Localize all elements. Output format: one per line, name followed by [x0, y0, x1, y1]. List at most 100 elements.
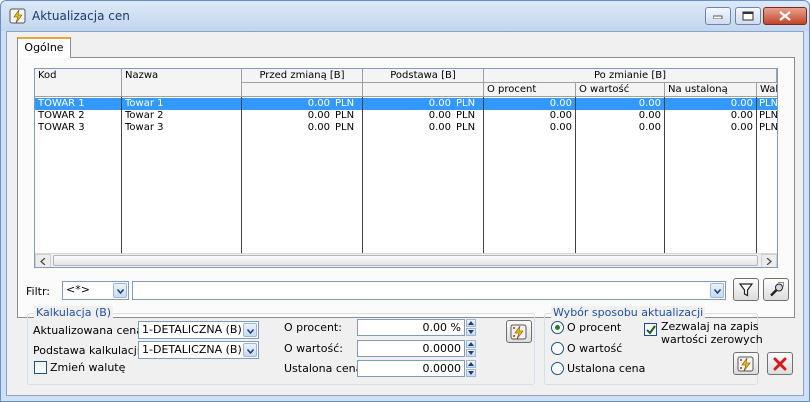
cell-o-wartosc: 0.00: [638, 98, 661, 109]
radio-o-procent[interactable]: [551, 321, 564, 334]
cell-przed-cur: PLN: [335, 98, 355, 109]
cell-nazwa: Towar 2: [125, 110, 164, 121]
spin-up-button[interactable]: [466, 319, 476, 327]
podstawa-kalkulacji-dropdown-button[interactable]: [243, 343, 257, 357]
ustalona-cena-input[interactable]: 0.0000: [357, 360, 465, 377]
cell-przed: 0.00: [307, 98, 330, 109]
header-o-procent[interactable]: O procent: [484, 83, 576, 97]
podstawa-kalkulacji-value: 1-DETALICZNA (B): [142, 343, 242, 356]
filter-history-dropdown-button[interactable]: [710, 283, 724, 298]
header-po-zmianie[interactable]: Po zmianie [B]: [484, 69, 777, 83]
spin-up-button[interactable]: [466, 360, 476, 368]
aktualizowana-cena-label: Aktualizowana cena:: [33, 324, 147, 337]
cell-podstawa: 0.00: [428, 122, 451, 133]
column-divider: [362, 97, 363, 253]
filter-text-input[interactable]: [132, 281, 726, 300]
lightning-run-icon: [510, 324, 527, 339]
column-divider: [664, 97, 665, 253]
cell-podstawa: 0.00: [428, 110, 451, 121]
cell-podstawa-cur: PLN: [456, 98, 476, 109]
arrow-down-icon: [468, 351, 474, 355]
cell-podstawa-cur: PLN: [456, 110, 476, 121]
o-procent-input[interactable]: 0.00 %: [357, 319, 465, 336]
filter-mode-dropdown-button[interactable]: [113, 283, 127, 298]
aktualizowana-cena-value: 1-DETALICZNA (B): [142, 323, 242, 336]
arrow-down-icon: [468, 330, 474, 334]
minimize-button[interactable]: [705, 7, 731, 25]
header-przed-zmiana[interactable]: Przed zmianą [B]: [242, 69, 363, 83]
items-grid[interactable]: Kod Nazwa Przed zmianą [B] Podstawa [B] …: [34, 68, 778, 268]
o-procent-spinner[interactable]: [466, 319, 476, 337]
o-wartosc-spinner[interactable]: [466, 340, 476, 358]
scroll-thumb[interactable]: [53, 255, 758, 266]
filter-label: Filtr:: [26, 285, 50, 298]
kalkulacja-group-title: Kalkulacja (B): [34, 306, 114, 319]
spin-down-button[interactable]: [466, 328, 476, 336]
cell-waluta: PLN: [759, 122, 777, 133]
radio-ustalona-cena[interactable]: [551, 362, 564, 375]
cell-o-wartosc: 0.00: [638, 110, 661, 121]
wybor-group-title: Wybór sposobu aktualizacji: [551, 306, 706, 319]
apply-filter-button[interactable]: [733, 278, 759, 301]
o-wartosc-input[interactable]: 0.0000: [357, 340, 465, 357]
close-icon: [779, 11, 791, 21]
tab-ogolne[interactable]: Ogólne: [17, 37, 71, 58]
aktualizowana-cena-dropdown-button[interactable]: [243, 323, 257, 337]
wrench-icon: [770, 282, 784, 296]
radio-ustalona-cena-label: Ustalona cena: [567, 362, 646, 375]
maximize-icon: [742, 11, 754, 21]
arrow-up-icon: [468, 362, 474, 366]
cell-na-ustalona: 0.00: [730, 98, 753, 109]
cell-przed-cur: PLN: [335, 110, 355, 121]
radio-o-wartosc[interactable]: [551, 342, 564, 355]
horizontal-scrollbar[interactable]: [35, 253, 777, 267]
table-row[interactable]: TOWAR 1 Towar 1 0.00 PLN 0.00 PLN 0.00 0.00 0.00…: [35, 98, 777, 110]
scroll-right-button[interactable]: [761, 254, 777, 267]
filter-builder-button[interactable]: [763, 278, 789, 301]
cell-kod: TOWAR 2: [38, 110, 85, 121]
spin-down-button[interactable]: [466, 349, 476, 357]
header-podstawa[interactable]: Podstawa [B]: [363, 69, 484, 83]
client-area: Ogólne Kod Nazwa Przed zmianą [B] Podsta…: [6, 31, 804, 396]
ustalona-cena-spinner[interactable]: [466, 360, 476, 378]
lightning-confirm-icon: [737, 356, 754, 371]
podstawa-kalkulacji-select[interactable]: 1-DETALICZNA (B): [138, 341, 259, 359]
checkmark-icon: [646, 325, 656, 335]
podstawa-kalkulacji-label: Podstawa kalkulacji:: [33, 344, 144, 357]
cell-nazwa: Towar 1: [125, 98, 164, 109]
arrow-right-icon: [766, 258, 772, 265]
radio-o-wartosc-label: O wartość: [567, 342, 623, 355]
confirm-update-button[interactable]: [733, 352, 759, 375]
arrow-up-icon: [468, 321, 474, 325]
scroll-left-button[interactable]: [35, 254, 51, 267]
filter-mode-select[interactable]: <*>: [62, 281, 129, 300]
spin-up-button[interactable]: [466, 340, 476, 348]
header-waluta[interactable]: Waluta: [757, 83, 777, 97]
spin-down-button[interactable]: [466, 369, 476, 377]
app-window: Aktualizacja cen Ogólne Kod Nazwa Przed …: [0, 0, 810, 402]
arrow-left-icon: [40, 258, 46, 265]
header-o-wartosc[interactable]: O wartość: [576, 83, 665, 97]
aktualizowana-cena-select[interactable]: 1-DETALICZNA (B): [138, 321, 259, 339]
header-podstawa-sub: [363, 83, 484, 97]
cell-przed: 0.00: [307, 110, 330, 121]
calculate-button[interactable]: [506, 320, 532, 343]
column-divider: [241, 97, 242, 253]
table-row[interactable]: TOWAR 3 Towar 3 0.00 PLN 0.00 PLN 0.00 0.00 0.00…: [35, 122, 777, 134]
close-window-button[interactable]: [763, 7, 807, 25]
cell-na-ustalona: 0.00: [730, 110, 753, 121]
maximize-button[interactable]: [735, 7, 761, 25]
column-divider: [756, 97, 757, 253]
minimize-icon: [713, 15, 723, 19]
cell-o-procent: 0.00: [549, 110, 572, 121]
header-nazwa[interactable]: Nazwa: [122, 69, 242, 97]
zezwalaj-zerowe-checkbox[interactable]: [644, 323, 657, 336]
header-na-ustalona[interactable]: Na ustaloną: [665, 83, 757, 97]
header-kod[interactable]: Kod: [35, 69, 122, 97]
zmien-walute-checkbox[interactable]: [34, 361, 47, 374]
ustalona-cena-label: Ustalona cena: [284, 362, 363, 375]
cancel-button[interactable]: [767, 352, 793, 375]
cell-podstawa: 0.00: [428, 98, 451, 109]
table-row[interactable]: TOWAR 2 Towar 2 0.00 PLN 0.00 PLN 0.00 0.00 0.00…: [35, 110, 777, 122]
title-bar[interactable]: Aktualizacja cen: [1, 1, 809, 31]
